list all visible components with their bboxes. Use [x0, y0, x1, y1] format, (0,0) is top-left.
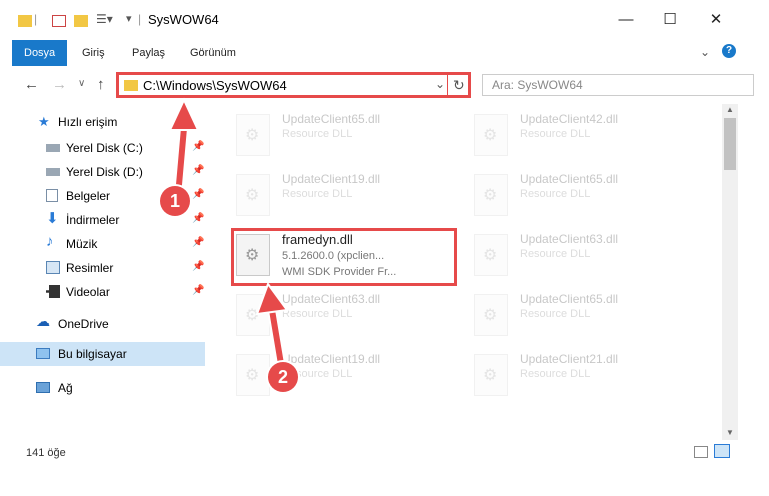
tiles-view-icon[interactable]: [714, 444, 730, 458]
scroll-down-icon[interactable]: ▼: [726, 428, 734, 437]
status-bar: [0, 440, 769, 466]
step-badge-2: 2: [268, 362, 298, 392]
details-view-icon[interactable]: [694, 446, 708, 458]
step-badge-1: 1: [160, 186, 190, 216]
annotation-arrows: [168, 97, 289, 375]
arrow-to-file: [255, 281, 289, 375]
item-count: 141 öğe: [26, 447, 66, 459]
scroll-up-icon[interactable]: ▲: [726, 105, 734, 114]
arrow-to-address-bar: [168, 97, 200, 201]
scrollbar-thumb[interactable]: [724, 118, 736, 170]
